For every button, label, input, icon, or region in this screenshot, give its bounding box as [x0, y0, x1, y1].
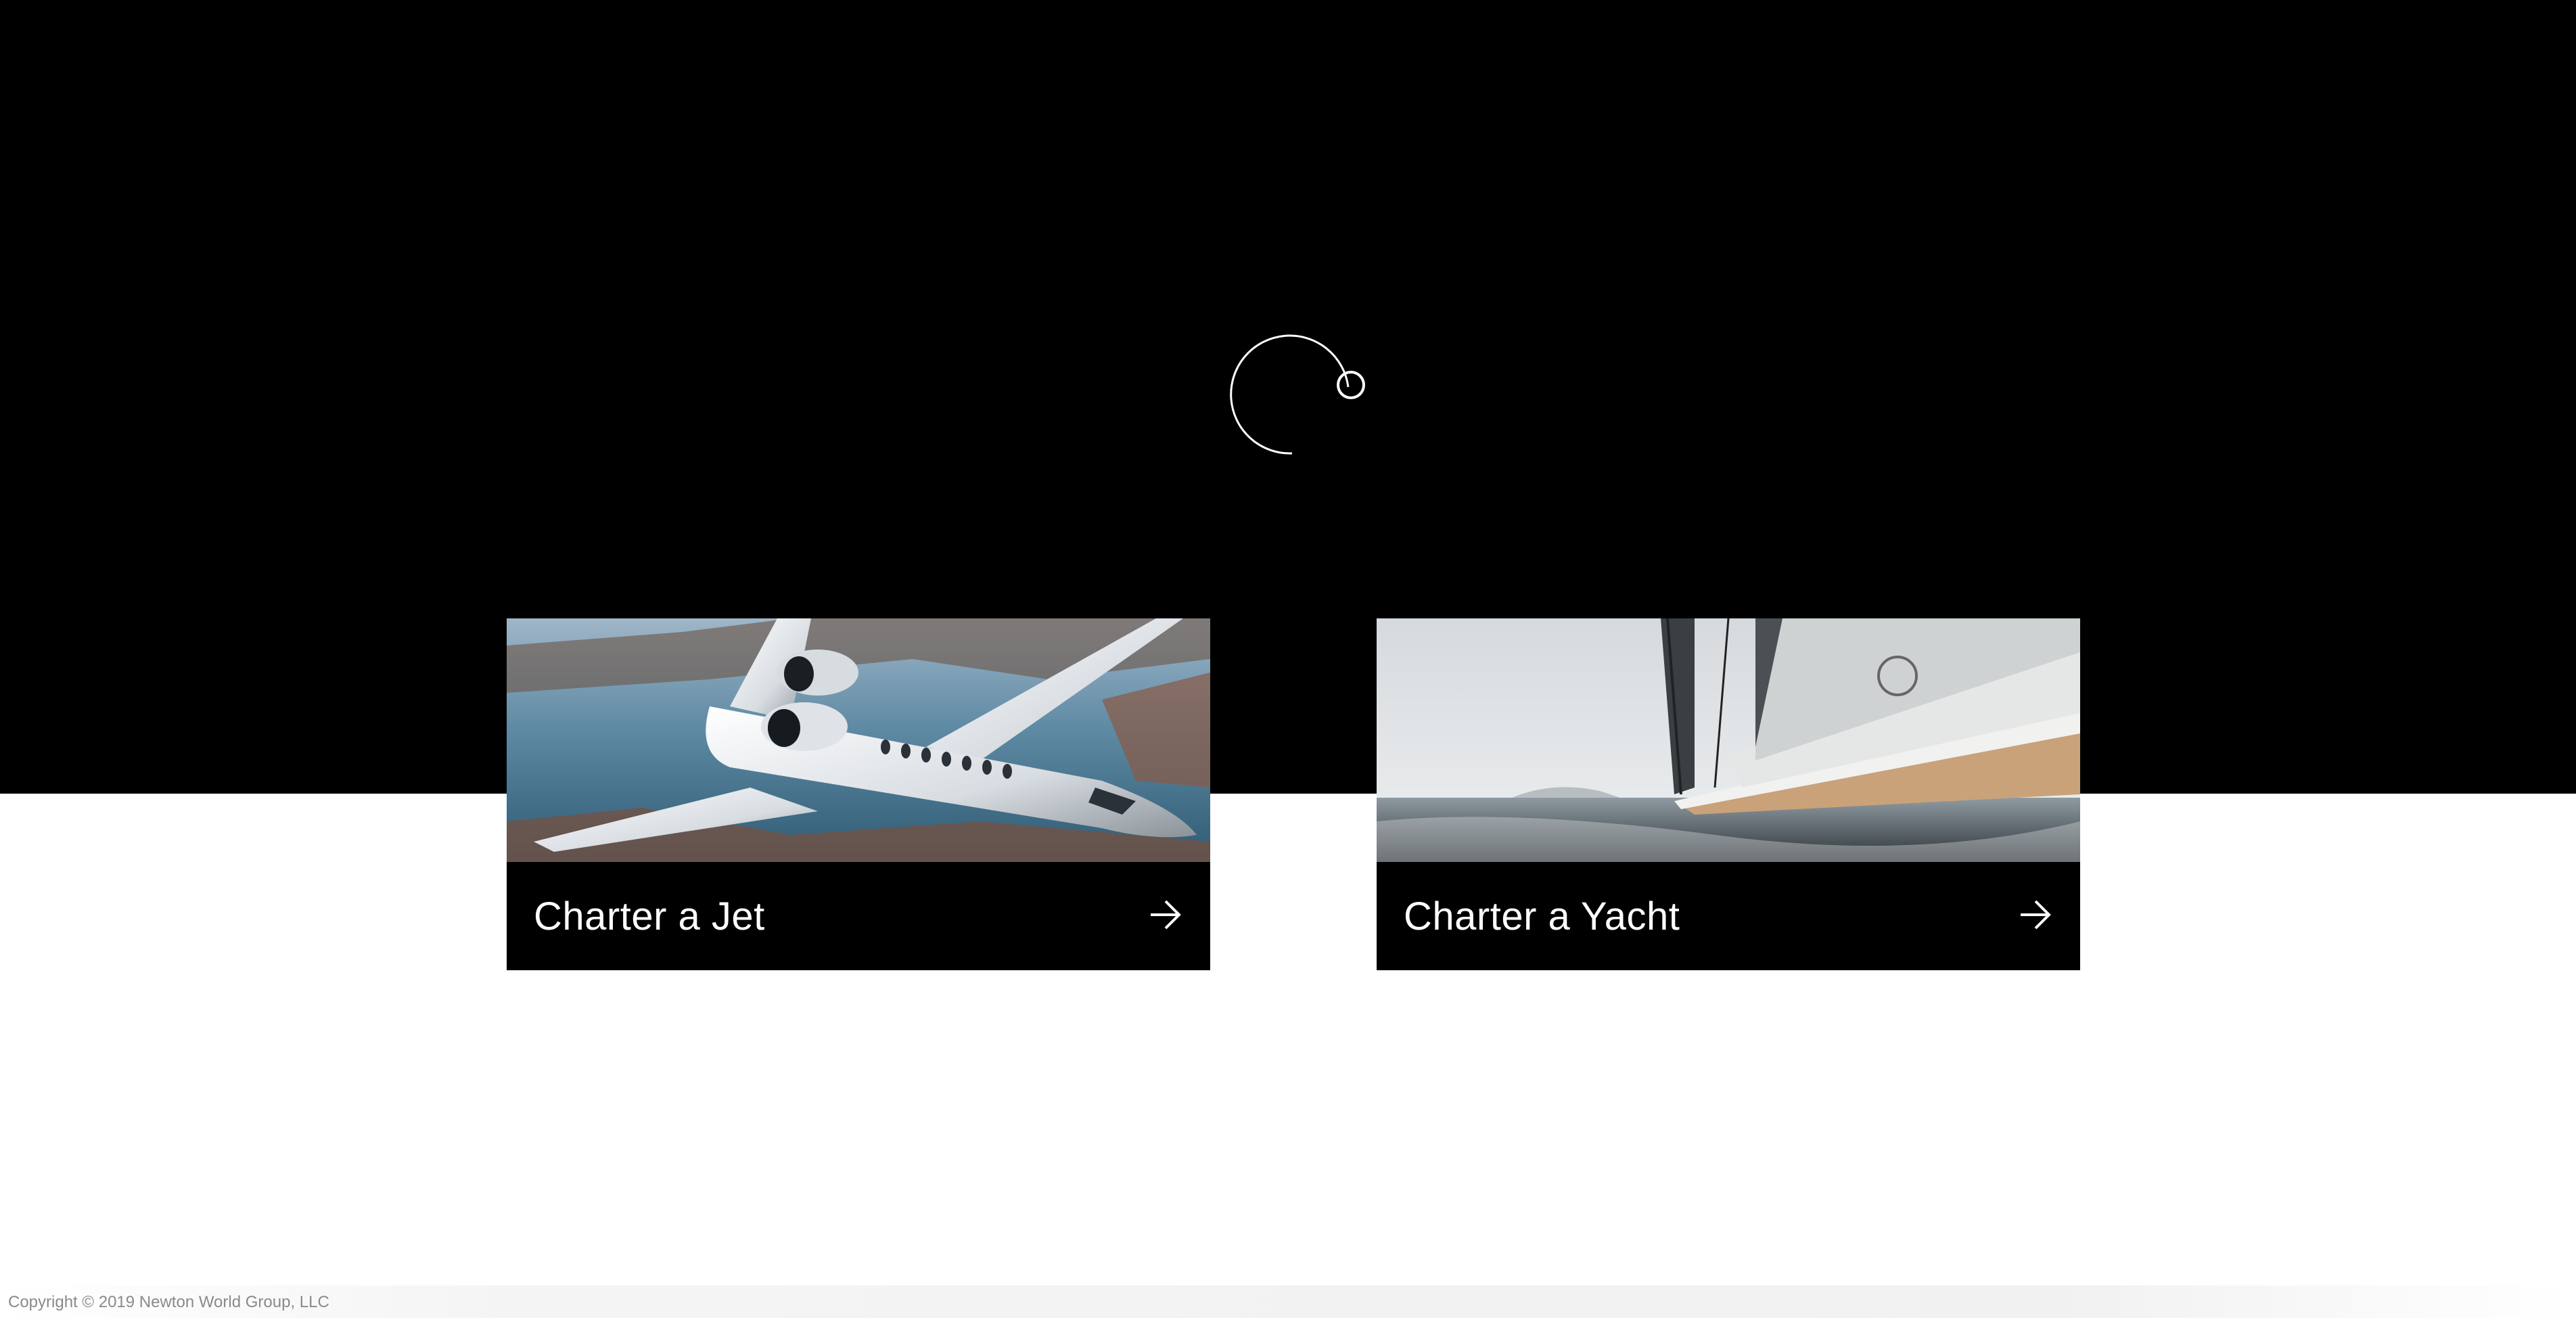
copyright-text: Copyright © 2019 Newton World Group, LLC	[8, 1293, 329, 1311]
arrow-right-icon[interactable]	[2015, 894, 2056, 938]
charter-yacht-card[interactable]: Charter a Yacht	[1377, 618, 2080, 970]
card-footer: Charter a Jet	[507, 862, 1210, 970]
jet-photo	[507, 618, 1210, 862]
orbit-logo-icon[interactable]	[1224, 325, 1373, 460]
charter-jet-label: Charter a Jet	[534, 894, 765, 938]
charter-yacht-label: Charter a Yacht	[1404, 894, 1680, 938]
charter-jet-card[interactable]: Charter a Jet	[507, 618, 1210, 970]
card-footer: Charter a Yacht	[1377, 862, 2080, 970]
landing-page: Charter a Jet Charter a Yacht Copyright …	[0, 0, 2576, 1318]
footer-bar	[0, 1286, 2576, 1318]
arrow-right-icon[interactable]	[1145, 894, 1186, 938]
yacht-photo	[1377, 618, 2080, 862]
